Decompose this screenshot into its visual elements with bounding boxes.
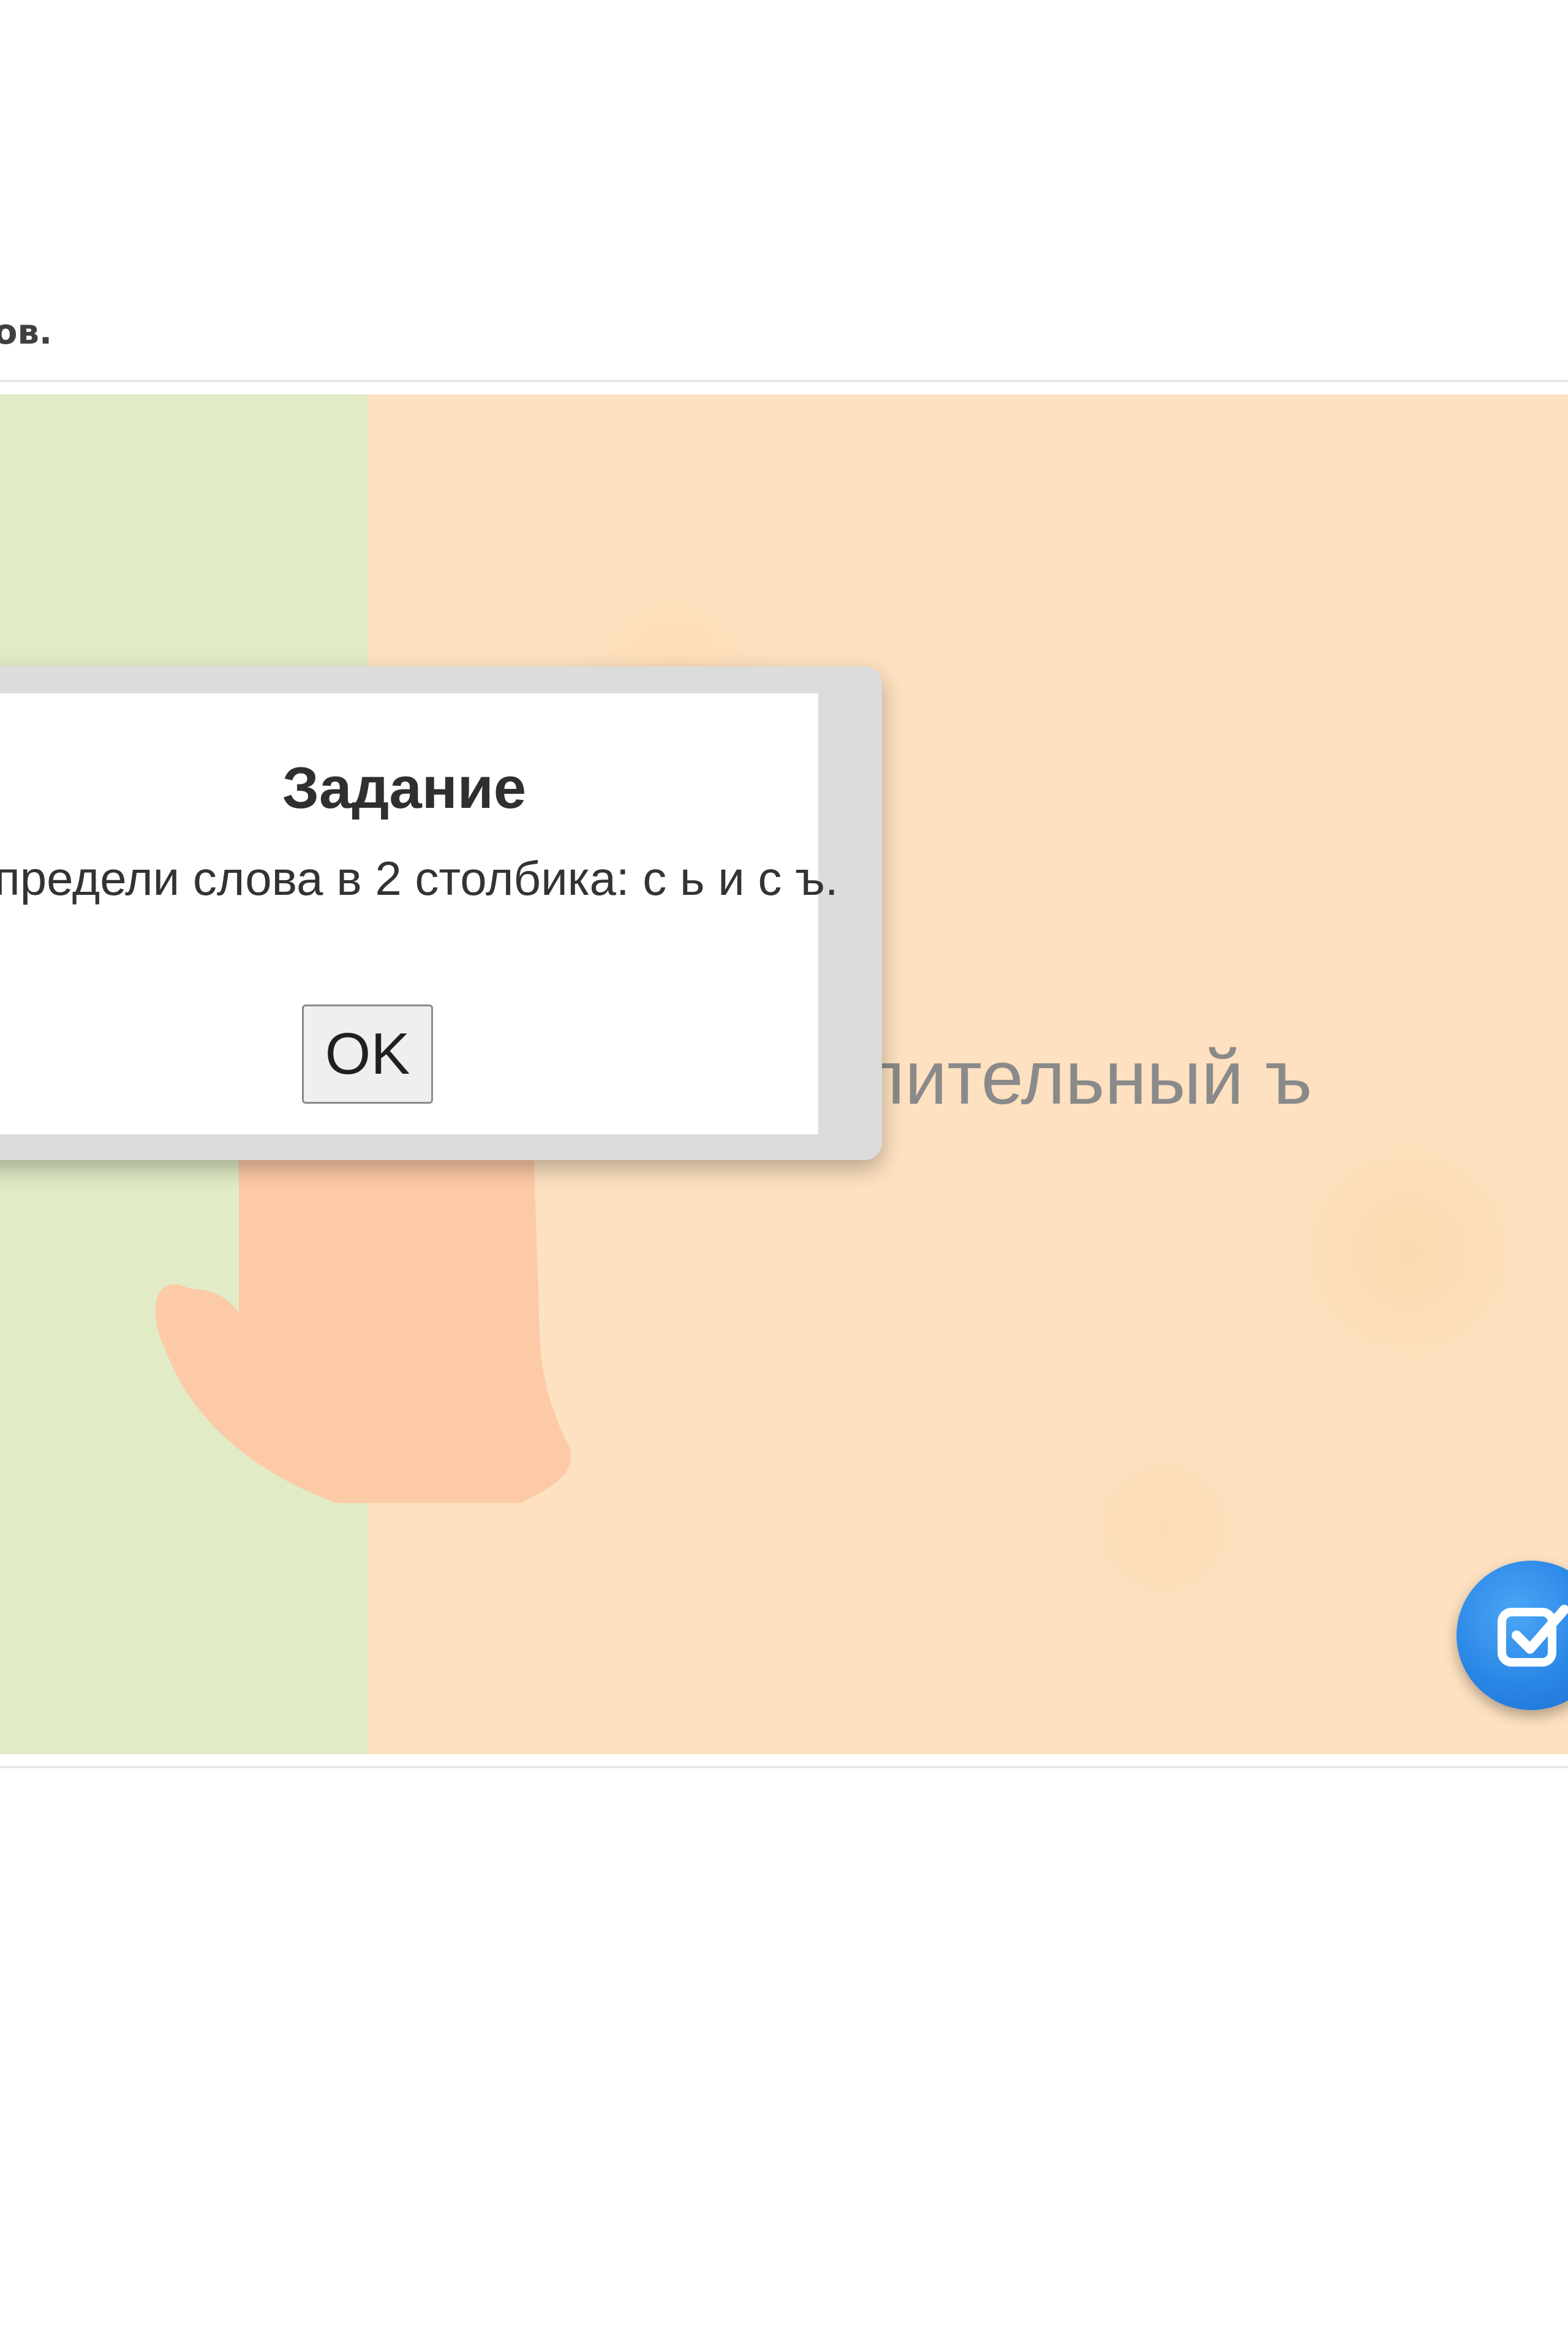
page: ов. пительный ъ Задание спредели слова в… — [0, 0, 1568, 2352]
dialog-message: спредели слова в 2 столбика: с ь и с ъ. — [0, 851, 839, 905]
column-right-label: пительный ъ — [864, 1036, 1313, 1120]
task-dialog-content: Задание спредели слова в 2 столбика: с ь… — [0, 693, 839, 1134]
task-dialog: Задание спредели слова в 2 столбика: с ь… — [0, 666, 882, 1160]
dialog-title: Задание — [282, 755, 527, 821]
hand-icon — [155, 1129, 571, 1503]
ok-button[interactable]: OK — [302, 1005, 433, 1104]
divider-bottom — [0, 1766, 1568, 1768]
divider-top — [0, 380, 1568, 382]
task-description: ов. — [0, 312, 53, 352]
checkbox-check-icon — [1498, 1605, 1568, 1667]
